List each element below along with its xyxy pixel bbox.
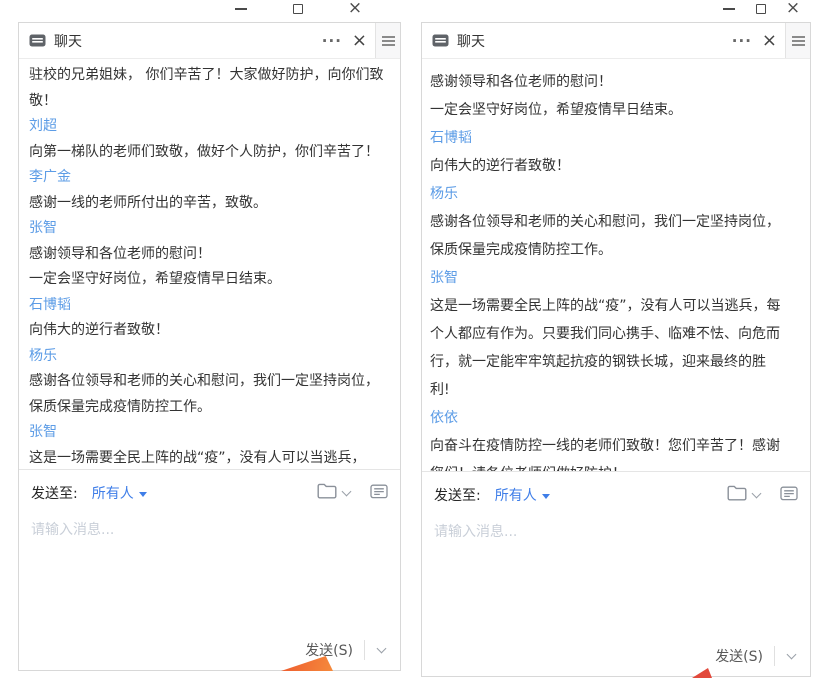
- message-text: 向奋斗在疫情防控一线的老师们致敬！您们辛苦了！感谢您们！请各位老师们做好防护！: [430, 432, 784, 471]
- input-placeholder: 请输入消息...: [31, 522, 114, 538]
- message-sender: 石博韬: [29, 293, 388, 319]
- send-to-dropdown[interactable]: 所有人: [495, 485, 550, 505]
- close-icon[interactable]: ×: [347, 1, 363, 16]
- message-sender: 杨乐: [430, 180, 784, 208]
- panel-close-icon[interactable]: ×: [758, 23, 785, 59]
- input-placeholder: 请输入消息...: [434, 524, 517, 540]
- sidebar-toggle-button[interactable]: [785, 23, 810, 58]
- hamburger-icon: [382, 36, 395, 46]
- send-to-dropdown[interactable]: 所有人: [92, 483, 147, 503]
- panel-close-icon[interactable]: ×: [348, 23, 375, 59]
- folder-options-chevron-icon[interactable]: [752, 489, 762, 499]
- clipboard-icon[interactable]: [780, 486, 798, 505]
- message-text: 向伟大的逆行者致敬！: [430, 152, 784, 180]
- sidebar-toggle-button[interactable]: [375, 23, 400, 58]
- message-list: 驻校的兄弟姐妹， 你们辛苦了！大家做好防护，向你们致敬！刘超向第一梯队的老师们致…: [19, 60, 400, 469]
- hamburger-icon: [792, 36, 805, 46]
- divider: [774, 646, 775, 666]
- message-list: 张智感谢领导和各位老师的慰问！一定会坚守好岗位，希望疫情早日结束。石博韬向伟大的…: [422, 60, 810, 471]
- chat-header: 聊天 ··· ×: [19, 23, 400, 59]
- message-input[interactable]: 请输入消息...: [31, 519, 388, 539]
- compose-area: 发送至: 所有人 请输入消息... 发送(S): [19, 469, 400, 670]
- message-text: 这是一场需要全民上阵的战“疫”，没有人可以当逃兵，: [29, 446, 388, 470]
- message-text: 这是一场需要全民上阵的战“疫”，没有人可以当逃兵，每个人都应有作为。只要我们同心…: [430, 292, 784, 404]
- message-text: 感谢一线的老师所付出的辛苦，致敬。: [29, 191, 388, 217]
- maximize-icon[interactable]: [290, 1, 306, 16]
- more-icon[interactable]: ···: [316, 23, 348, 59]
- message-text: 向第一梯队的老师们致敬，做好个人防护，你们辛苦了！: [29, 140, 388, 166]
- maximize-icon[interactable]: [753, 1, 769, 16]
- message-text: 感谢各位领导和老师的关心和慰问，我们一定坚持岗位，保质保量完成疫情防控工作。: [430, 208, 784, 264]
- compose-area: 发送至: 所有人 请输入消息... 发送(S): [422, 471, 810, 676]
- folder-options-chevron-icon[interactable]: [342, 487, 352, 497]
- message-sender: 刘超: [29, 114, 388, 140]
- send-to-label: 发送至:: [31, 483, 78, 503]
- message-sender: 张智: [29, 420, 388, 446]
- message-text: 感谢领导和各位老师的慰问！: [430, 68, 784, 96]
- caret-down-icon: [139, 492, 147, 497]
- chat-header: 聊天 ··· ×: [422, 23, 810, 59]
- message-text: 感谢各位领导和老师的关心和慰问，我们一定坚持岗位，保质保量完成疫情防控工作。: [29, 369, 388, 420]
- chat-title: 聊天: [54, 31, 82, 51]
- send-to-label: 发送至:: [434, 485, 481, 505]
- chat-window: 聊天 ··· × 驻校的兄弟姐妹， 你们辛苦了！大家做好防护，向你们致敬！刘超向…: [18, 22, 401, 671]
- message-sender: 张智: [430, 264, 784, 292]
- minimize-icon[interactable]: [721, 1, 737, 16]
- chat-window: 聊天 ··· × 张智感谢领导和各位老师的慰问！一定会坚守好岗位，希望疫情早日结…: [421, 22, 811, 677]
- message-input[interactable]: 请输入消息...: [434, 521, 798, 541]
- window-controls: ×: [233, 1, 363, 16]
- send-button[interactable]: 发送(S): [301, 638, 357, 662]
- message-text: 一定会坚守好岗位，希望疫情早日结束。: [29, 267, 388, 293]
- message-sender: 杨乐: [29, 344, 388, 370]
- send-file-folder-icon[interactable]: [727, 485, 747, 505]
- clipboard-icon[interactable]: [370, 484, 388, 503]
- window-controls: ×: [721, 1, 801, 16]
- chat-bubble-icon: [29, 34, 46, 48]
- close-icon[interactable]: ×: [785, 1, 801, 16]
- message-sender: 石博韬: [430, 124, 784, 152]
- more-icon[interactable]: ···: [726, 23, 758, 59]
- minimize-icon[interactable]: [233, 1, 249, 16]
- chat-title: 聊天: [457, 31, 485, 51]
- message-sender: 张智: [29, 216, 388, 242]
- send-button[interactable]: 发送(S): [711, 644, 767, 668]
- send-options-chevron-icon[interactable]: [782, 646, 800, 666]
- message-text: 一定会坚守好岗位，希望疫情早日结束。: [430, 96, 784, 124]
- message-text: 驻校的兄弟姐妹， 你们辛苦了！大家做好防护，向你们致敬！: [29, 63, 388, 114]
- divider: [364, 640, 365, 660]
- message-sender: 依依: [430, 404, 784, 432]
- caret-down-icon: [542, 494, 550, 499]
- message-sender: 张智: [430, 60, 784, 68]
- message-text: 感谢领导和各位老师的慰问！: [29, 242, 388, 268]
- chat-bubble-icon: [432, 34, 449, 48]
- send-file-folder-icon[interactable]: [317, 483, 337, 503]
- send-options-chevron-icon[interactable]: [372, 640, 390, 660]
- message-text: 向伟大的逆行者致敬！: [29, 318, 388, 344]
- message-sender: 李广金: [29, 165, 388, 191]
